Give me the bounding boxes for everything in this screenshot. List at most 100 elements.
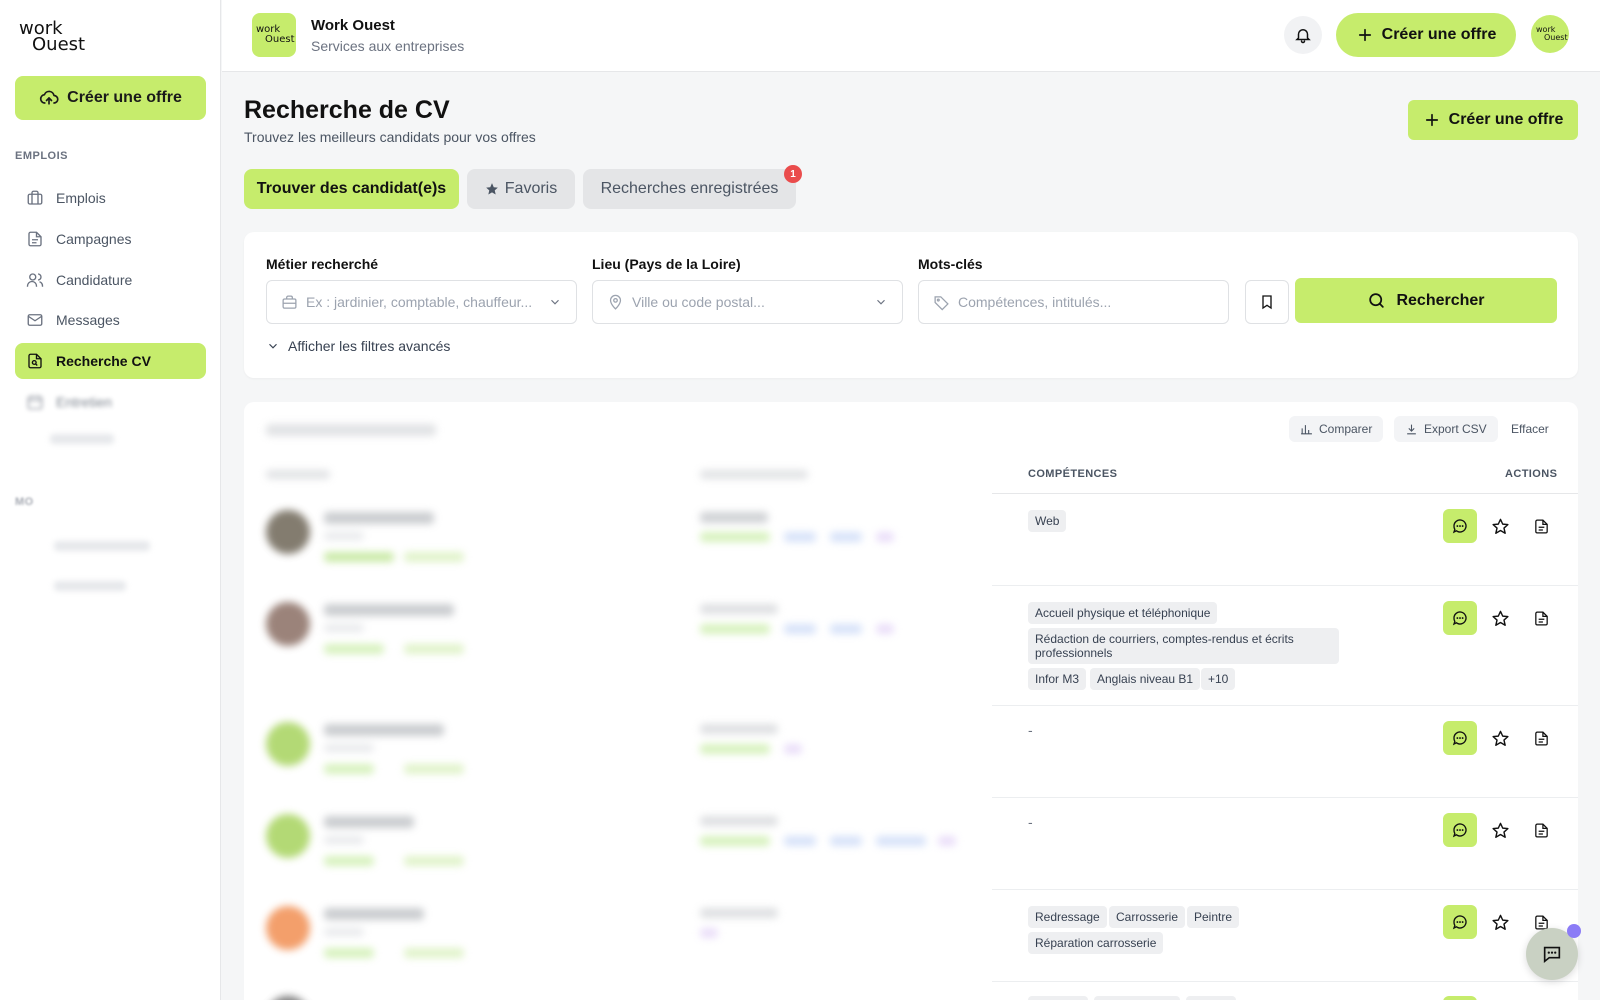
tab-find-candidates[interactable]: Trouver des candidat(e)s (244, 169, 459, 209)
top-header: work Ouest Work Ouest Services aux entre… (222, 0, 1600, 72)
more-skills-chip[interactable]: +10 (1201, 668, 1236, 690)
blurred-avatar (266, 602, 310, 646)
map-pin-icon (607, 294, 624, 311)
page-create-offer-button[interactable]: Créer une offre (1408, 100, 1578, 140)
skill-chip: Peintre (1187, 906, 1240, 928)
sidebar-section-emplois: EMPLOIS (15, 150, 69, 162)
view-cv-button[interactable] (1529, 818, 1553, 842)
users-icon (26, 271, 44, 289)
clear-button[interactable]: Effacer (1511, 422, 1549, 436)
star-icon (1491, 913, 1510, 932)
sidebar-item-label: Recherche CV (56, 353, 151, 369)
sidebar-item-campagnes[interactable]: Campagnes (15, 221, 206, 257)
message-candidate-button[interactable] (1443, 601, 1477, 635)
mail-icon (26, 311, 44, 329)
skills-column-header: COMPÉTENCES (1028, 468, 1118, 480)
tab-favoris[interactable]: Favoris (467, 169, 575, 209)
bookmark-icon (1259, 294, 1275, 310)
blurred-tag (784, 624, 816, 634)
blurred-candidate-tag (324, 644, 384, 654)
header-divider (992, 493, 1578, 494)
skill-chip-partial (1094, 996, 1180, 1000)
chat-icon (1451, 913, 1469, 931)
blurred-tag (876, 836, 926, 846)
favorite-button[interactable] (1488, 514, 1512, 538)
sidebar-item-entretien[interactable]: Entretien (15, 384, 206, 420)
search-button-label: Rechercher (1396, 291, 1485, 309)
location-field-label: Lieu (Pays de la Loire) (592, 256, 741, 272)
save-search-button[interactable] (1245, 280, 1289, 324)
company-logo: work Ouest (252, 13, 296, 57)
blurred-candidate-name (324, 512, 434, 524)
chat-icon (1451, 729, 1469, 747)
blurred-candidate-tag (404, 644, 464, 654)
briefcase-icon (26, 189, 44, 207)
blurred-candidate-name (324, 908, 424, 920)
compare-button[interactable]: Comparer (1289, 416, 1384, 442)
search-button[interactable]: Rechercher (1295, 278, 1557, 323)
row-divider (992, 585, 1578, 586)
row-divider (992, 797, 1578, 798)
work-ouest-logo[interactable]: work Ouest (18, 20, 85, 56)
cloud-upload-icon (39, 88, 59, 108)
favorite-button[interactable] (1488, 606, 1512, 630)
notifications-button[interactable] (1284, 16, 1322, 54)
chat-bubble-icon (1541, 943, 1563, 965)
tab-saved-searches[interactable]: Recherches enregistrées 1 (583, 165, 802, 209)
blurred-tag (784, 836, 816, 846)
blurred-nav-item (50, 434, 114, 444)
view-cv-button[interactable] (1529, 606, 1553, 630)
row-divider (992, 705, 1578, 706)
blurred-avatar (266, 510, 310, 554)
chat-icon (1451, 517, 1469, 535)
blurred-nav-item (54, 541, 150, 551)
skill-chip: Accueil physique et téléphonique (1028, 602, 1218, 624)
skill-chip: Infor M3 (1028, 668, 1087, 690)
view-cv-button[interactable] (1529, 726, 1553, 750)
user-avatar[interactable]: work Ouest (1531, 15, 1569, 53)
header-create-offer-button[interactable]: Créer une offre (1336, 13, 1516, 57)
favorite-button[interactable] (1488, 818, 1512, 842)
location-select[interactable]: Ville ou code postal... (592, 280, 903, 324)
message-candidate-button[interactable] (1443, 721, 1477, 755)
sidebar-item-messages[interactable]: Messages (15, 302, 206, 338)
document-icon (1533, 518, 1550, 535)
bell-icon (1294, 26, 1312, 44)
message-candidate-button[interactable] (1443, 509, 1477, 543)
sidebar-item-emplois[interactable]: Emplois (15, 180, 206, 216)
sidebar-item-candidature[interactable]: Candidature (15, 262, 206, 298)
blurred-tag (700, 744, 770, 754)
blurred-candidate-name (324, 604, 454, 616)
advanced-filters-toggle[interactable]: Afficher les filtres avancés (266, 338, 450, 354)
company-name: Work Ouest (311, 17, 395, 34)
skill-chip: Web (1028, 510, 1067, 532)
message-candidate-button[interactable] (1443, 905, 1477, 939)
export-csv-button[interactable]: Export CSV (1394, 416, 1498, 442)
skill-chip: Anglais niveau B1 (1090, 668, 1201, 690)
blurred-tag (700, 532, 770, 542)
sidebar-section-account: MO (15, 496, 34, 508)
sidebar-item-label: Entretien (56, 394, 113, 410)
blurred-column-header (266, 470, 330, 479)
job-select[interactable]: Ex : jardinier, comptable, chauffeur... (266, 280, 577, 324)
blurred-avatar (266, 814, 310, 858)
sidebar: work Ouest Créer une offre EMPLOIS Emplo… (0, 0, 221, 1000)
chevron-down-icon (548, 295, 562, 309)
briefcase-icon (281, 294, 298, 311)
view-cv-button[interactable] (1529, 514, 1553, 538)
sidebar-item-recherche-cv[interactable]: Recherche CV (15, 343, 206, 379)
no-skills-placeholder: - (1028, 722, 1033, 738)
blurred-candidate-meta (324, 928, 364, 936)
favorite-button[interactable] (1488, 726, 1512, 750)
message-candidate-button-partial[interactable] (1443, 996, 1477, 1000)
keywords-input[interactable]: Compétences, intitulés... (918, 280, 1229, 324)
sidebar-create-offer-button[interactable]: Créer une offre (15, 76, 206, 120)
favorite-button[interactable] (1488, 910, 1512, 934)
blurred-candidate-tag (324, 948, 374, 958)
page-title: Recherche de CV (244, 96, 450, 124)
download-icon (1405, 423, 1418, 436)
sidebar-item-label: Candidature (56, 272, 133, 288)
blurred-status (700, 816, 778, 826)
blurred-candidate-tag (404, 856, 464, 866)
message-candidate-button[interactable] (1443, 813, 1477, 847)
